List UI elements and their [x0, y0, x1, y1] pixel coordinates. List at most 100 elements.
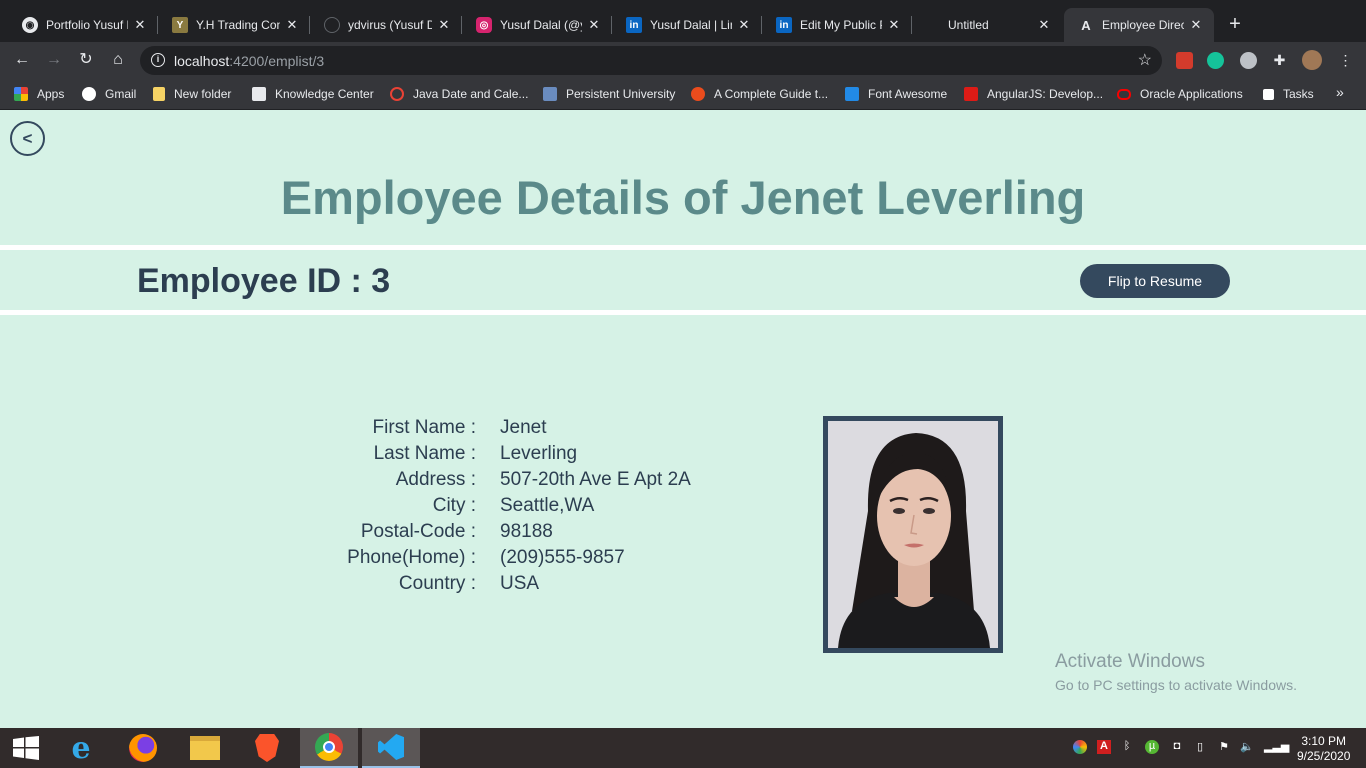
close-icon[interactable]: ✕ — [132, 17, 148, 33]
close-icon[interactable]: ✕ — [1036, 17, 1052, 33]
camera-tray-icon[interactable]: ◘ — [1170, 740, 1184, 754]
bookmark-manager-icon[interactable] — [1176, 52, 1193, 69]
volume-icon[interactable]: 🔈 — [1240, 740, 1254, 754]
bookmark-oracle[interactable]: Oracle Applications — [1117, 85, 1243, 103]
close-icon[interactable]: ✕ — [284, 17, 300, 33]
back-button[interactable]: < — [10, 121, 45, 156]
tab-yh-trading[interactable]: Y Y.H Trading Con ✕ — [158, 8, 310, 42]
clock-time: 3:10 PM — [1301, 734, 1347, 748]
tasks-icon — [1263, 88, 1274, 100]
reload-icon[interactable]: ↻ — [76, 50, 96, 70]
yh-trading-icon: Y — [172, 17, 188, 33]
tab-linkedin-edit[interactable]: in Edit My Public P ✕ — [762, 8, 912, 42]
flag-notification-icon[interactable]: ⚑ — [1217, 740, 1231, 754]
css-tricks-icon — [691, 87, 705, 101]
bookmark-css-guide[interactable]: A Complete Guide t... — [691, 85, 828, 103]
clock-date: 9/25/2020 — [1297, 749, 1351, 763]
close-icon[interactable]: ✕ — [886, 17, 902, 33]
employee-id: Employee ID : 3 — [137, 262, 391, 300]
tab-title: Yusuf Dalal | Lin — [650, 18, 732, 32]
devices-tray-icon[interactable]: ▯ — [1193, 740, 1207, 754]
folder-icon — [153, 87, 165, 101]
tab-instagram[interactable]: ◎ Yusuf Dalal (@yc ✕ — [462, 8, 612, 42]
angular-icon: A — [1081, 17, 1091, 33]
extension-circle-icon[interactable] — [1240, 52, 1257, 69]
bookmark-gmail[interactable]: Gmail — [82, 85, 136, 103]
close-icon[interactable]: ✕ — [436, 17, 452, 33]
home-icon[interactable]: ⌂ — [108, 50, 128, 70]
employee-photo — [828, 421, 998, 648]
internet-explorer-icon[interactable]: e — [52, 728, 110, 768]
close-icon[interactable]: ✕ — [586, 17, 602, 33]
site-info-icon[interactable]: i — [151, 53, 165, 67]
tab-untitled[interactable]: Untitled ✕ — [912, 8, 1062, 42]
tab-employee-directory[interactable]: A Employee Direct ✕ — [1064, 8, 1214, 42]
instagram-icon: ◎ — [476, 17, 492, 33]
vscode-icon[interactable] — [362, 728, 420, 768]
field-value: (209)555-9857 — [500, 547, 625, 568]
file-explorer-icon[interactable] — [176, 728, 234, 768]
bookmark-new-folder[interactable]: New folder — [153, 85, 231, 103]
color-picker-tray-icon[interactable] — [1073, 740, 1087, 754]
close-icon[interactable]: ✕ — [1188, 17, 1204, 33]
forward-arrow-icon[interactable]: → — [44, 50, 64, 70]
tab-github[interactable]: ydvirus (Yusuf D ✕ — [310, 8, 462, 42]
chrome-icon[interactable] — [300, 728, 358, 768]
code-icon — [390, 87, 404, 101]
field-value: Leverling — [500, 443, 578, 464]
menu-dots-icon[interactable]: ⋮ — [1337, 52, 1354, 69]
linkedin-icon: in — [776, 17, 792, 33]
apps-grid-icon — [14, 87, 28, 101]
bluetooth-icon[interactable]: ᛒ — [1120, 740, 1134, 754]
system-clock[interactable]: 3:10 PM 9/25/2020 — [1297, 734, 1350, 764]
bookmark-knowledge-center[interactable]: Knowledge Center — [252, 85, 374, 103]
bookmarks-overflow-icon[interactable]: » — [1336, 84, 1344, 100]
firefox-icon[interactable] — [114, 728, 172, 768]
document-icon — [252, 87, 266, 101]
github-icon — [324, 17, 340, 33]
tab-title: Edit My Public P — [800, 18, 882, 32]
field-label: Last Name : — [373, 443, 476, 464]
bookmark-angularjs[interactable]: AngularJS: Develop... — [964, 85, 1103, 103]
globe-icon — [82, 87, 96, 101]
network-signal-icon[interactable]: ▂▃▅ — [1264, 740, 1289, 754]
field-value: USA — [500, 573, 540, 594]
close-icon[interactable]: ✕ — [736, 17, 752, 33]
tab-linkedin[interactable]: in Yusuf Dalal | Lin ✕ — [612, 8, 762, 42]
utorrent-tray-icon[interactable]: µ — [1145, 740, 1159, 754]
url-text: localhost:4200/emplist/3 — [174, 53, 325, 69]
field-value: Seattle,WA — [500, 495, 595, 516]
flag-icon — [845, 87, 859, 101]
globe-icon: ◉ — [22, 17, 38, 33]
bookmark-apps[interactable]: Apps — [14, 85, 64, 103]
field-label: First Name : — [372, 417, 476, 438]
bookmark-persistent[interactable]: Persistent University — [543, 85, 675, 103]
tab-title: ydvirus (Yusuf D — [348, 18, 432, 32]
tab-portfolio[interactable]: ◉ Portfolio Yusuf D ✕ — [8, 8, 158, 42]
page-title: Employee Details of Jenet Leverling — [280, 171, 1086, 224]
windows-start-icon[interactable] — [0, 728, 52, 768]
bookmark-font-awesome[interactable]: Font Awesome — [845, 85, 947, 103]
divider — [0, 245, 1366, 250]
adobe-tray-icon[interactable]: A — [1097, 740, 1111, 754]
windows-taskbar: e A ᛒ µ ◘ ▯ ⚑ 🔈 ▂▃▅ 3:10 PM 9/25/2020 — [0, 728, 1366, 768]
new-tab-button[interactable]: + — [1222, 12, 1248, 38]
angular-icon — [964, 87, 978, 101]
extensions-puzzle-icon[interactable]: ✚ — [1271, 52, 1288, 69]
back-arrow-icon[interactable]: ← — [12, 50, 32, 70]
bookmark-java-date[interactable]: Java Date and Cale... — [390, 85, 528, 103]
address-bar[interactable]: i localhost:4200/emplist/3 ☆ — [140, 46, 1162, 75]
grammarly-icon[interactable] — [1207, 52, 1224, 69]
profile-avatar[interactable] — [1302, 50, 1322, 70]
activate-windows-watermark: Activate Windows Go to PC settings to ac… — [1055, 651, 1297, 693]
persistent-icon — [543, 87, 557, 101]
bookmark-star-icon[interactable]: ☆ — [1138, 50, 1152, 70]
tab-title: Employee Direct — [1102, 18, 1184, 32]
flip-to-resume-button[interactable]: Flip to Resume — [1080, 264, 1230, 298]
field-label: Phone(Home) : — [347, 547, 476, 568]
bookmark-tasks[interactable]: Tasks — [1263, 85, 1314, 103]
field-label: City : — [432, 495, 476, 516]
oracle-icon — [1117, 88, 1131, 100]
brave-icon[interactable] — [238, 728, 296, 768]
watermark-title: Activate Windows — [1055, 651, 1205, 672]
